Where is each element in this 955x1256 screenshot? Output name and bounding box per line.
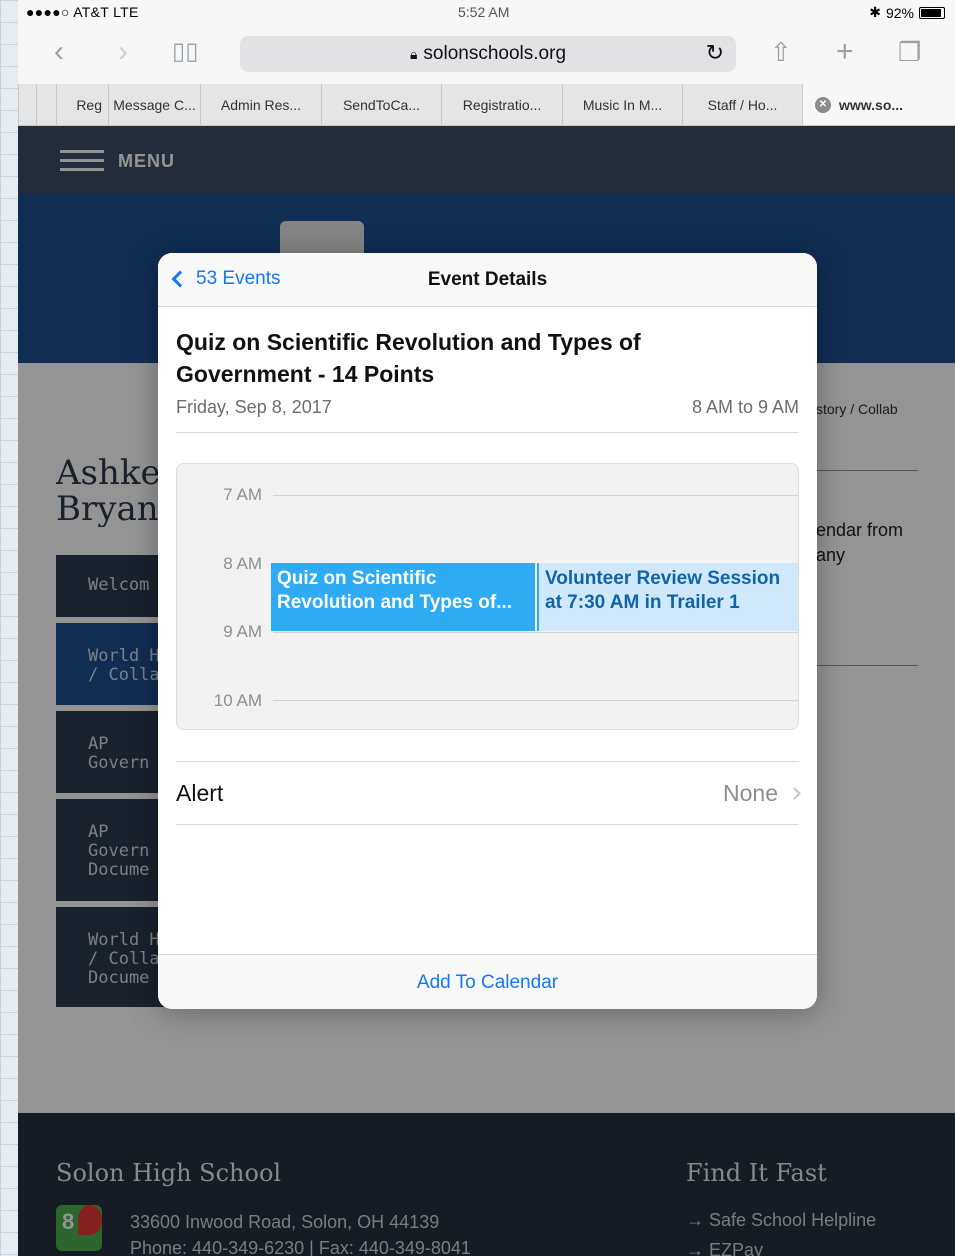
event-date: Friday, Sep 8, 2017 xyxy=(176,397,332,417)
chevron-right-icon xyxy=(788,787,801,800)
hour-label: 7 AM xyxy=(223,485,262,504)
share-icon[interactable]: ⇧ xyxy=(770,34,792,70)
add-to-calendar-button[interactable]: Add To Calendar xyxy=(158,954,817,1009)
tab-bar: Reg Message C... Admin Res... SendToCa..… xyxy=(18,84,955,126)
tab-item[interactable]: Registratio... xyxy=(441,84,562,125)
url-text: solonschools.org xyxy=(423,43,567,64)
lock-icon: 🔒︎ xyxy=(409,45,418,62)
event-details-popover: 53 Events Event Details Quiz on Scientif… xyxy=(158,253,817,1009)
back-arrow-icon[interactable]: ‹ xyxy=(54,34,64,70)
battery-icon xyxy=(919,6,945,19)
hour-line xyxy=(273,700,798,701)
popover-title: Event Details xyxy=(427,269,548,290)
divider xyxy=(176,432,799,433)
alert-label[interactable]: Alert xyxy=(176,780,223,807)
hour-line xyxy=(273,632,798,633)
tab-item[interactable]: Staff / Ho... xyxy=(682,84,802,125)
tab-item[interactable]: Admin Res... xyxy=(200,84,321,125)
status-bar: ●●●●○ AT&T LTE 5:52 AM ✱ 92% xyxy=(18,0,955,24)
battery-percent: 92% xyxy=(885,4,914,21)
close-tab-icon[interactable]: ✕ xyxy=(815,96,831,113)
hour-label: 9 AM xyxy=(223,622,262,641)
new-tab-icon[interactable]: + xyxy=(836,34,854,70)
tab-item[interactable]: SendToCa... xyxy=(321,84,441,125)
bookmarks-icon[interactable]: ▯▯ xyxy=(172,34,198,70)
battery-status: ✱ 92% xyxy=(869,4,945,21)
tab-item[interactable]: Message C... xyxy=(108,84,200,125)
bluetooth-icon: ✱ xyxy=(869,4,881,20)
safari-toolbar: ‹ › ▯▯ 🔒︎ solonschools.org ↻ ⇧ + ❐ xyxy=(18,24,955,84)
day-calendar-preview: 7 AM 8 AM 9 AM 10 AM Quiz on Scientific R… xyxy=(176,463,799,730)
popover-nav-bar: 53 Events Event Details xyxy=(158,253,817,307)
reload-icon[interactable]: ↻ xyxy=(706,40,724,66)
hour-line xyxy=(273,495,798,496)
event-title: Quiz on Scientific Revolution and Types … xyxy=(176,329,641,387)
divider xyxy=(176,761,799,762)
tab-stub[interactable] xyxy=(18,84,36,125)
tab-stub[interactable] xyxy=(36,84,56,125)
calendar-event-volunteer[interactable]: Volunteer Review Session at 7:30 AM in Tr… xyxy=(537,563,798,631)
carrier-label: ●●●●○ AT&T LTE xyxy=(26,4,139,20)
tabs-overview-icon[interactable]: ❐ xyxy=(898,34,921,70)
tab-item[interactable]: Reg xyxy=(56,84,108,125)
ipad-screen: ●●●●○ AT&T LTE 5:52 AM ✱ 92% ‹ › ▯▯ 🔒︎ s… xyxy=(18,0,955,1256)
hour-label: 8 AM xyxy=(223,554,262,573)
forward-arrow-icon[interactable]: › xyxy=(118,34,128,70)
address-bar[interactable]: 🔒︎ solonschools.org ↻ xyxy=(240,36,736,72)
divider xyxy=(176,824,799,825)
tab-active[interactable]: ✕ www.so... xyxy=(802,84,955,125)
alert-value[interactable]: None xyxy=(723,780,801,807)
hour-label: 10 AM xyxy=(213,691,262,710)
event-time-range: 8 AM to 9 AM xyxy=(691,397,799,417)
clock: 5:52 AM xyxy=(458,4,510,20)
tab-item[interactable]: Music In M... xyxy=(562,84,682,125)
calendar-event-quiz[interactable]: Quiz on Scientific Revolution and Types o… xyxy=(271,563,535,631)
